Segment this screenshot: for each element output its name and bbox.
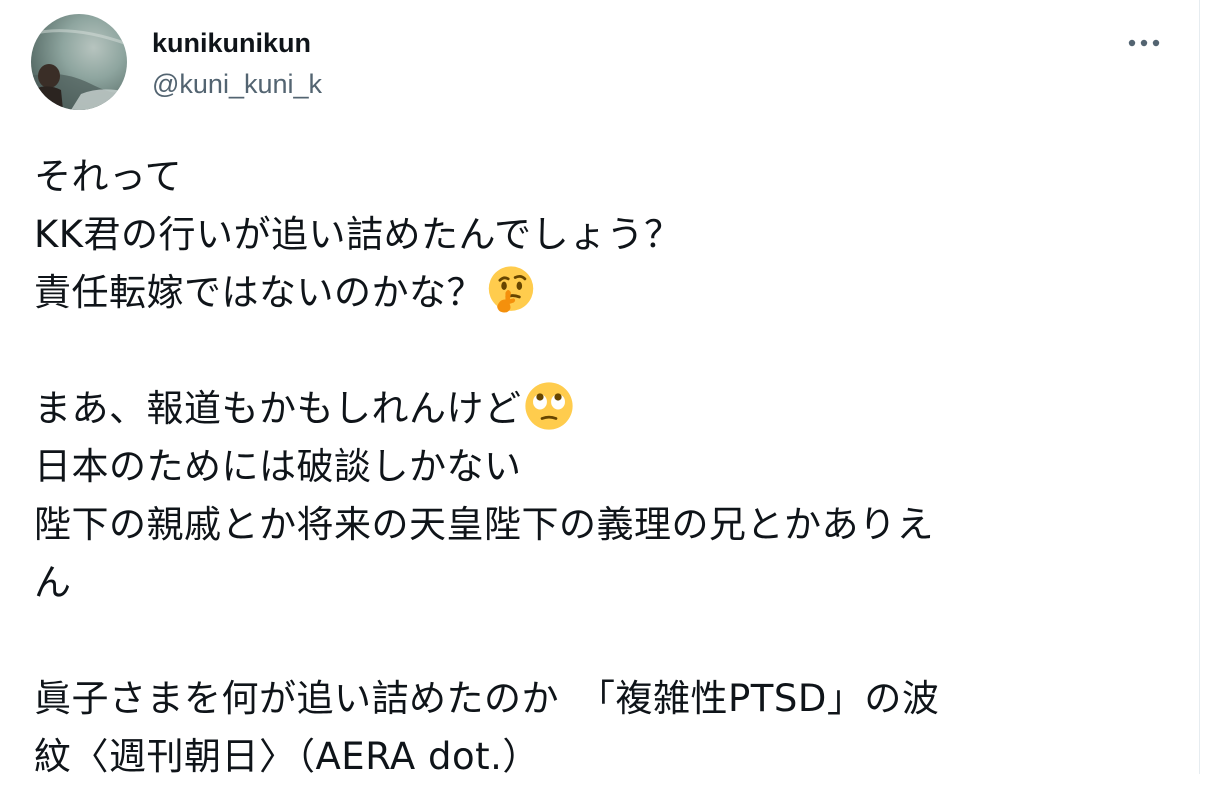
tweet-line: 眞子さまを何が追い詰めたのか 「複雑性PTSD」の波 [34,677,940,720]
avatar-photo [31,29,127,110]
author-avatar[interactable] [31,14,127,110]
tweet-line: 陛下の親戚とか将来の天皇陛下の義理の兄とかありえ [34,503,934,546]
thinking-face-emoji [486,265,536,315]
author-names: kunikunikun @kuni_kuni_k [152,24,322,103]
column-border [1199,0,1200,774]
face-with-rolling-eyes-emoji [524,381,574,431]
tweet-line: それって [34,155,183,198]
tweet: kunikunikun @kuni_kuni_k それって KK君の行いが追い詰… [0,0,1199,778]
tweet-line: 日本のためには破談しかない [34,445,522,488]
tweet-line-text: まあ、報道もかもしれんけど [34,387,522,430]
author-display-name[interactable]: kunikunikun [152,24,322,62]
author-handle[interactable]: @kuni_kuni_k [152,65,322,103]
tweet-line-text: 責任転嫁ではないのかな？ [34,271,484,314]
tweet-line: まあ、報道もかもしれんけど [34,380,1174,438]
tweet-line: 紋〈週刊朝日〉（AERA dot.） [34,735,540,778]
tweet-line: KK君の行いが追い詰めたんでしょう？ [34,213,682,256]
tweet-line: 責任転嫁ではないのかな？ [34,264,1174,322]
tweet-text: それって KK君の行いが追い詰めたんでしょう？ 責任転嫁ではないのかな？ まあ、… [34,148,1174,786]
tweet-line: ん [34,561,72,604]
more-horizontal-icon [1128,39,1160,47]
more-options-button[interactable] [1124,26,1164,60]
